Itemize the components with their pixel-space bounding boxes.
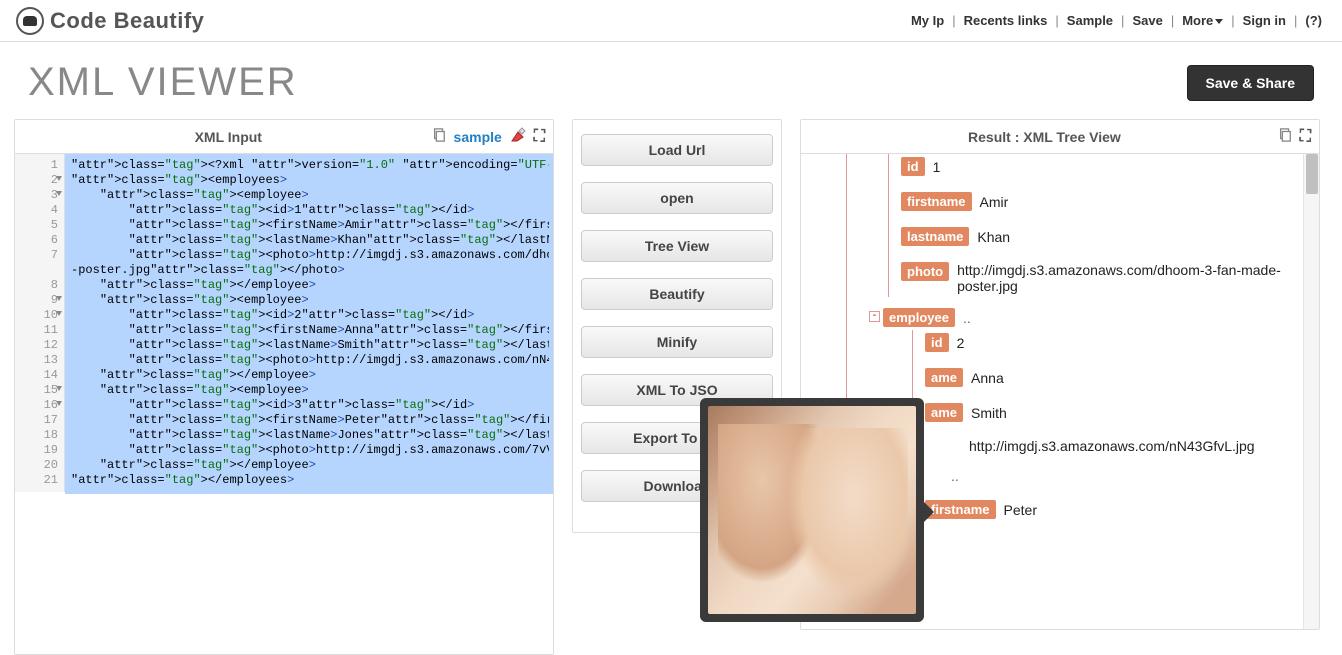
tooltip-arrow-icon xyxy=(924,502,934,522)
tree-val-photo-url: http://imgdj.s3.amazonaws.com/nN43GfvL.j… xyxy=(969,438,1255,454)
page-title: XML VIEWER xyxy=(28,60,298,105)
xml-editor[interactable]: 123456789101112131415161718192021 "attr"… xyxy=(15,154,553,654)
xml-input-panel: XML Input sample ⛶ 123456789101112131415… xyxy=(14,119,554,655)
tree-tag-id: id xyxy=(925,333,949,352)
tree-tag-photo: photo xyxy=(901,262,949,281)
copy-icon[interactable] xyxy=(432,128,446,145)
brand-icon xyxy=(16,7,44,35)
tree-tag-firstname-cut: ame xyxy=(925,368,963,387)
tree-val: Anna xyxy=(971,370,1004,386)
tree-tag-lastname: lastname xyxy=(901,227,969,246)
load-url-button[interactable]: Load Url xyxy=(581,134,773,166)
copy-result-icon[interactable] xyxy=(1278,128,1292,145)
tree-val: Amir xyxy=(980,194,1009,210)
clear-icon[interactable] xyxy=(510,127,526,146)
nav-more[interactable]: More xyxy=(1178,13,1227,28)
image-preview-tooltip xyxy=(700,398,924,622)
minify-button[interactable]: Minify xyxy=(581,326,773,358)
result-title: Result : XML Tree View xyxy=(811,129,1278,145)
tree-tag-firstname: firstname xyxy=(925,500,996,519)
xml-input-title: XML Input xyxy=(25,129,432,145)
preview-image xyxy=(708,406,916,614)
tree-val: 2 xyxy=(957,335,965,351)
tree-view-button[interactable]: Tree View xyxy=(581,230,773,262)
tree-val: Khan xyxy=(977,229,1010,245)
nav-recents[interactable]: Recents links xyxy=(960,13,1052,28)
fullscreen-result-icon[interactable]: ⛶ xyxy=(1300,128,1309,146)
nav-save[interactable]: Save xyxy=(1128,13,1166,28)
beautify-button[interactable]: Beautify xyxy=(581,278,773,310)
save-share-button[interactable]: Save & Share xyxy=(1187,65,1315,101)
tree-val: http://imgdj.s3.amazonaws.com/dhoom-3-fa… xyxy=(957,262,1311,294)
sample-link[interactable]: sample xyxy=(454,129,502,145)
tree-dots: .. xyxy=(963,310,971,326)
tree-tag-employee: employee xyxy=(883,308,955,327)
tree-tag-firstname: firstname xyxy=(901,192,972,211)
chevron-down-icon xyxy=(1215,19,1223,24)
fullscreen-icon[interactable]: ⛶ xyxy=(534,128,543,146)
brand-logo[interactable]: Code Beautify xyxy=(16,7,204,35)
brand-text: Code Beautify xyxy=(50,8,204,34)
top-nav: My Ip| Recents links| Sample| Save| More… xyxy=(907,13,1326,28)
tree-tag-lastname-cut: ame xyxy=(925,403,963,422)
nav-help[interactable]: (?) xyxy=(1301,13,1326,28)
nav-myip[interactable]: My Ip xyxy=(907,13,948,28)
nav-signin[interactable]: Sign in xyxy=(1239,13,1290,28)
collapse-icon[interactable]: - xyxy=(869,311,880,322)
tree-val: Smith xyxy=(971,405,1007,421)
tree-val: Peter xyxy=(1004,502,1037,518)
nav-sample[interactable]: Sample xyxy=(1063,13,1117,28)
open-button[interactable]: open xyxy=(581,182,773,214)
tree-dots: .. xyxy=(951,468,959,484)
tree-tag-id: id xyxy=(901,157,925,176)
tree-val: 1 xyxy=(933,159,941,175)
